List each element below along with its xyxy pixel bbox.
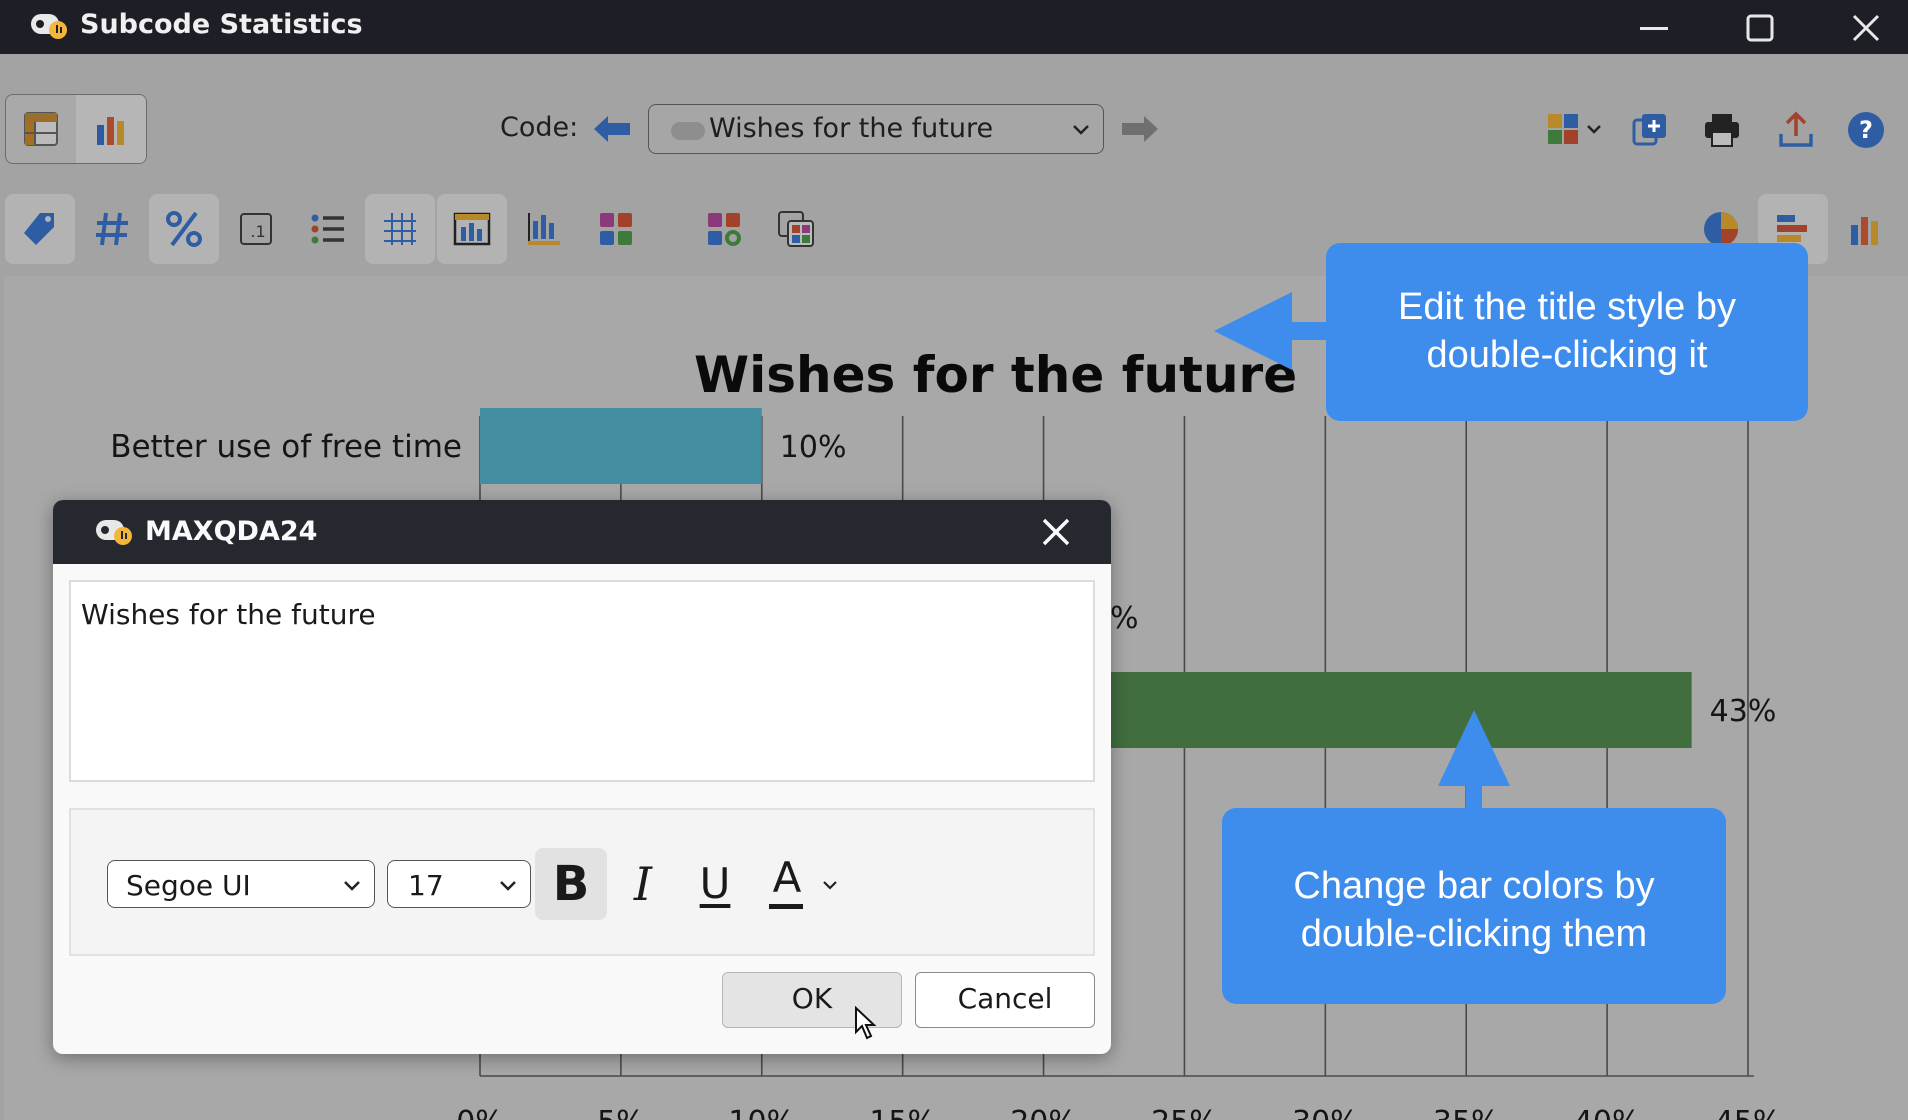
previous-code-arrow-icon[interactable]	[592, 114, 632, 144]
x-tick-label: 0%	[456, 1105, 504, 1120]
print-icon[interactable]	[1702, 110, 1742, 150]
svg-text:?: ?	[1859, 116, 1873, 144]
chevron-down-icon	[823, 881, 837, 890]
data-label: 10%	[780, 430, 847, 465]
table-view-button[interactable]	[6, 95, 76, 163]
svg-text:.1: .1	[250, 222, 265, 241]
puzzle-icon[interactable]	[1546, 110, 1610, 150]
x-tick-label: 10%	[728, 1105, 795, 1120]
top-toolbar: Code: Wishes for the future ?	[0, 54, 1908, 164]
color-settings-button[interactable]	[689, 194, 759, 264]
dialog-title: MAXQDA24	[145, 516, 318, 547]
axis-chart-button[interactable]	[509, 194, 579, 264]
x-tick-label: 40%	[1574, 1105, 1641, 1120]
code-color-pill	[671, 122, 705, 140]
chevron-down-icon	[344, 881, 360, 891]
grid-icon	[384, 213, 416, 245]
format-toolbar: Segoe UI 17 B I U A	[69, 808, 1095, 956]
x-tick-label: 25%	[1151, 1105, 1218, 1120]
dialog-header: MAXQDA24	[53, 500, 1111, 564]
callout-arrow-title	[1214, 292, 1340, 370]
tip-line: double-clicking them	[1300, 913, 1648, 955]
font-color-swatch	[769, 904, 803, 909]
absolute-frequency-button[interactable]	[77, 194, 147, 264]
bar	[480, 408, 762, 484]
minimize-icon[interactable]	[1634, 8, 1674, 48]
close-icon[interactable]	[1846, 8, 1886, 48]
close-icon[interactable]	[1038, 514, 1074, 550]
x-tick-label: 5%	[597, 1105, 645, 1120]
hash-icon	[96, 212, 128, 246]
code-select-value: Wishes for the future	[709, 113, 994, 144]
italic-icon: I	[633, 857, 653, 911]
underline-icon: U	[699, 859, 731, 908]
labels-button[interactable]	[5, 194, 75, 264]
list-button[interactable]	[293, 194, 363, 264]
code-select[interactable]: Wishes for the future	[648, 104, 1104, 154]
framed-chart-button[interactable]	[437, 194, 507, 264]
chart-title[interactable]: Wishes for the future	[694, 346, 1297, 404]
title-text-input[interactable]	[69, 580, 1095, 782]
color-settings-icon	[708, 213, 741, 246]
tip-line: double-clicking it	[1426, 334, 1708, 376]
color-squares-icon	[600, 213, 632, 245]
tag-icon	[24, 213, 54, 245]
bar-chart-icon	[97, 117, 124, 145]
colors-button[interactable]	[581, 194, 651, 264]
title-bar: Subcode Statistics	[0, 0, 1908, 54]
framed-chart-icon	[453, 212, 491, 246]
code-label: Code:	[500, 112, 579, 143]
data-label: %	[1110, 601, 1139, 636]
maxqda-logo-icon	[31, 14, 67, 39]
font-color-button[interactable]: A	[751, 848, 851, 920]
cancel-button[interactable]: Cancel	[915, 972, 1095, 1028]
font-family-value: Segoe UI	[126, 869, 251, 902]
window-title: Subcode Statistics	[80, 9, 363, 40]
percentage-button[interactable]	[149, 194, 219, 264]
bold-button[interactable]: B	[535, 848, 607, 920]
font-size-select[interactable]: 17	[387, 860, 531, 908]
maxqda-logo-icon	[96, 520, 132, 545]
view-toggle	[5, 94, 147, 164]
tip-line: Edit the title style by	[1398, 286, 1736, 328]
x-tick-label: 35%	[1433, 1105, 1500, 1120]
x-tick-label: 45%	[1715, 1105, 1782, 1120]
maximize-icon[interactable]	[1740, 8, 1780, 48]
x-tick-label: 15%	[869, 1105, 936, 1120]
decimal-button[interactable]: .1	[221, 194, 291, 264]
list-icon	[311, 214, 344, 244]
chart-view-button[interactable]	[76, 95, 146, 163]
axis-chart-icon	[528, 213, 560, 245]
underline-button[interactable]: U	[679, 848, 751, 920]
italic-button[interactable]: I	[607, 848, 679, 920]
bold-icon: B	[552, 856, 590, 912]
chevron-down-icon	[500, 881, 516, 891]
font-size-value: 17	[408, 869, 444, 902]
title-edit-dialog: MAXQDA24 Segoe UI 17 B I U A OK Cancel	[53, 500, 1111, 1054]
copy-add-icon[interactable]	[1630, 110, 1670, 150]
category-label: Better use of free time	[110, 429, 462, 465]
export-icon[interactable]	[1776, 110, 1816, 150]
font-color-icon: A	[772, 853, 802, 902]
color-copy-button[interactable]	[761, 194, 831, 264]
table-icon	[24, 112, 58, 146]
color-copy-icon	[778, 211, 814, 247]
help-icon[interactable]: ?	[1846, 110, 1886, 150]
chevron-down-icon	[1073, 125, 1089, 135]
title-style-tip: Edit the title style by double-clicking …	[1326, 243, 1808, 421]
callout-arrow-bar	[1438, 710, 1510, 812]
percent-icon	[166, 211, 202, 247]
grid-button[interactable]	[365, 194, 435, 264]
vertical-bar-button[interactable]	[1830, 194, 1900, 264]
tip-line: Change bar colors by	[1293, 865, 1655, 907]
x-tick-label: 20%	[1010, 1105, 1077, 1120]
x-tick-label: 30%	[1292, 1105, 1359, 1120]
bar-color-tip: Change bar colors by double-clicking the…	[1222, 808, 1726, 1004]
next-code-arrow-icon[interactable]	[1120, 114, 1160, 144]
decimal-icon: .1	[240, 213, 272, 245]
bar-chart-icon	[1851, 217, 1878, 245]
data-label: 43%	[1710, 694, 1777, 729]
mouse-cursor-icon	[855, 1006, 877, 1040]
font-family-select[interactable]: Segoe UI	[107, 860, 375, 908]
